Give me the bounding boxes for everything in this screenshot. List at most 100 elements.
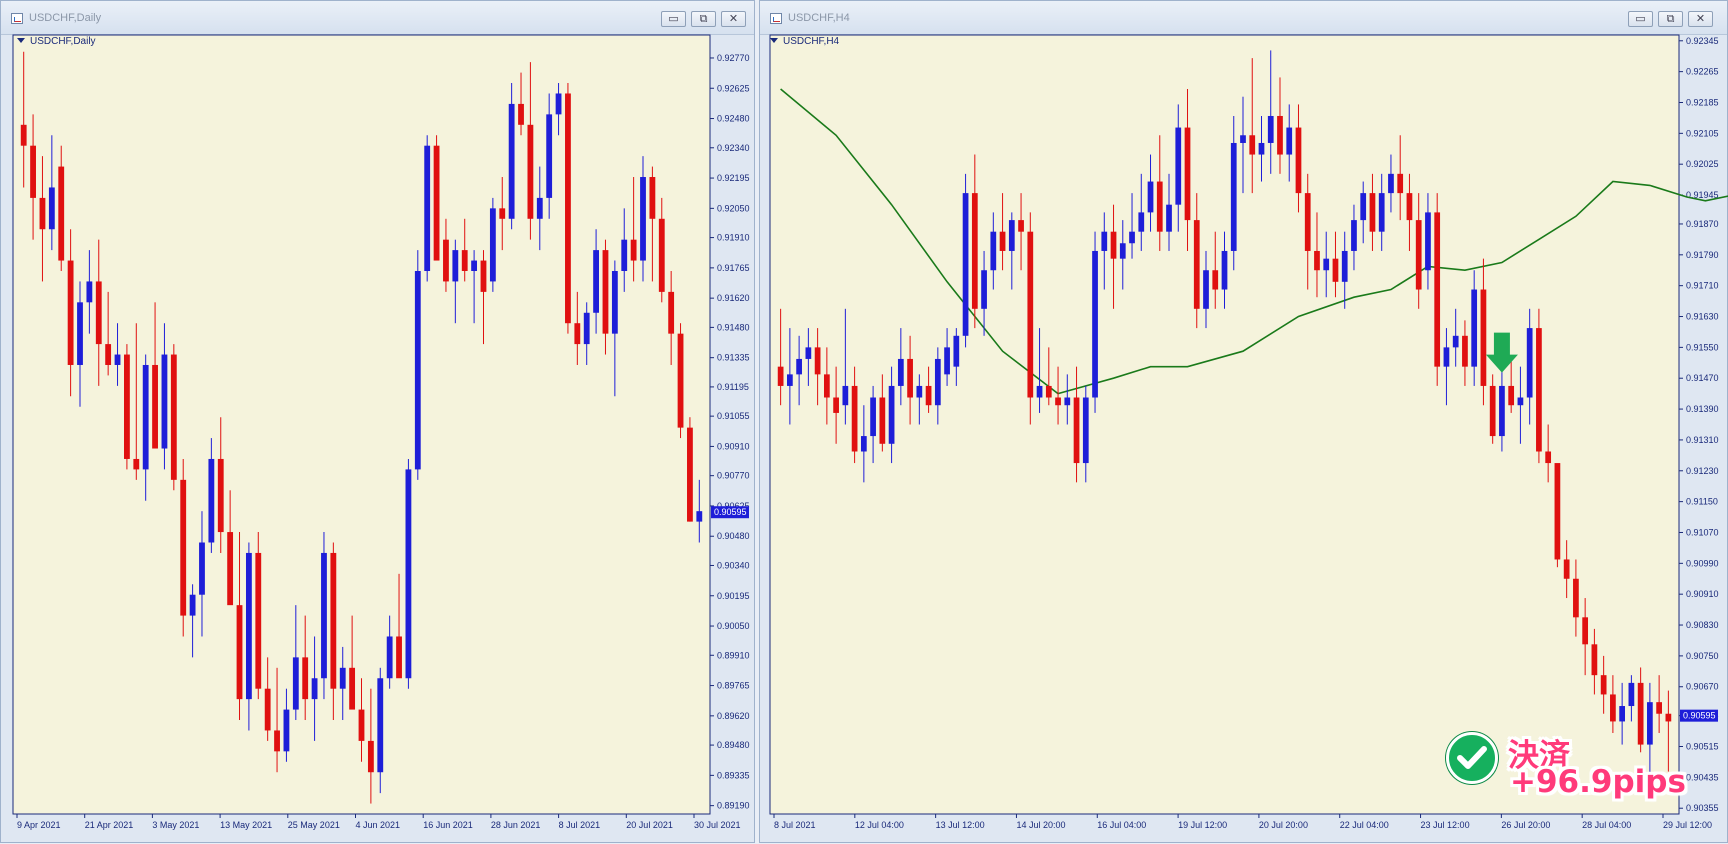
y-tick-label: 0.90830 (1686, 620, 1719, 630)
candle-body (1665, 713, 1672, 722)
x-tick-label: 8 Jul 2021 (559, 820, 601, 830)
y-tick-label: 0.92185 (1686, 97, 1719, 107)
chart-h4[interactable]: 0.923450.922650.921850.921050.920250.919… (760, 1, 1728, 844)
candle-body (1600, 675, 1607, 695)
y-tick-label: 0.89480 (717, 740, 750, 750)
candle-body (245, 552, 252, 700)
candle-body (805, 347, 812, 359)
candle-body (20, 124, 27, 146)
x-tick-label: 3 May 2021 (152, 820, 199, 830)
candle-body (1101, 231, 1108, 251)
candle-body (990, 231, 997, 271)
y-tick-label: 0.92340 (717, 143, 750, 153)
candle-body (1563, 559, 1570, 579)
candle-body (452, 250, 459, 282)
candle-body (77, 302, 83, 365)
y-tick-label: 0.92480 (717, 114, 750, 124)
candle-body (796, 358, 802, 375)
candle-body (907, 358, 913, 398)
candle-body (1082, 397, 1089, 464)
candle-body (1008, 220, 1015, 251)
candle-body (1471, 289, 1478, 367)
candle-body (1045, 385, 1052, 398)
candle-body (814, 347, 821, 375)
x-tick-label: 9 Apr 2021 (17, 820, 61, 830)
candle-body (696, 511, 703, 522)
candle-body (668, 291, 675, 334)
candle-body (611, 270, 618, 334)
y-tick-label: 0.89335 (717, 770, 750, 780)
x-tick-label: 28 Jun 2021 (491, 820, 541, 830)
chart-daily[interactable]: 0.92770 0.92625 0.92480 0.92340 0.92195 0.920… (1, 1, 756, 844)
candle-body (1156, 181, 1163, 232)
candle-body (161, 354, 168, 449)
y-tick-label: 0.92105 (1686, 128, 1719, 138)
candle-body (1526, 328, 1533, 398)
current-price-label: 0.90595 (1683, 711, 1716, 721)
window-daily[interactable]: USDCHF,Daily ▭ ⧉ ✕ 0.92770 0.92625 0.92480… (0, 0, 755, 843)
candle-body (1258, 142, 1265, 155)
candle-body (934, 358, 941, 406)
y-tick-label: 0.91790 (1686, 250, 1719, 260)
y-tick-label: 0.91070 (1686, 527, 1719, 537)
x-tick-label: 16 Jul 04:00 (1097, 820, 1146, 830)
y-tick-label: 0.90990 (1686, 558, 1719, 568)
candle-body (1610, 694, 1616, 722)
candle-body (833, 397, 839, 413)
candle-body (1193, 220, 1200, 309)
y-tick-label: 0.90670 (1686, 682, 1719, 692)
candle-body (1027, 231, 1034, 398)
y-tick-label: 0.92265 (1686, 67, 1719, 77)
candle-body (842, 385, 849, 406)
candle-body (574, 323, 581, 345)
candle-body (1462, 335, 1468, 367)
candle-body (95, 281, 102, 345)
y-tick-label: 0.90910 (1686, 589, 1719, 599)
candle-body (1267, 115, 1274, 143)
x-tick-label: 13 Jul 12:00 (936, 820, 985, 830)
candle-body (1360, 193, 1367, 221)
x-tick-label: 4 Jun 2021 (356, 820, 401, 830)
y-tick-label: 0.91470 (1686, 373, 1719, 383)
candle-body (630, 239, 637, 261)
candle-body (330, 552, 337, 689)
candle-body (1517, 397, 1524, 406)
candle-body (944, 347, 950, 375)
candle-body (1295, 127, 1302, 194)
candle-body (499, 208, 506, 219)
candle-body (1647, 702, 1653, 745)
candle-body (58, 166, 65, 261)
candle-body (236, 605, 243, 700)
window-h4[interactable]: USDCHF,H4 ▭ ⧉ ✕ 0.92345 0.92265 0.92185 0.9… (759, 0, 1728, 843)
candle-body (1332, 258, 1339, 282)
candle-body (1628, 682, 1635, 707)
candle-body (555, 93, 562, 115)
candle-body (1147, 181, 1154, 213)
candle-body (999, 231, 1006, 251)
y-tick-label: 0.92345 (1686, 36, 1719, 46)
y-tick-label: 0.90515 (1686, 742, 1719, 752)
y-tick-label: 0.90750 (1686, 651, 1719, 661)
y-tick-label: 0.90770 (717, 471, 750, 481)
candle-body (1554, 463, 1561, 560)
candle-body (443, 239, 449, 282)
y-tick-label: 0.91195 (717, 382, 749, 392)
y-tick-label: 0.91630 (1686, 312, 1719, 322)
candle-body (1184, 127, 1191, 221)
candle-body (953, 335, 960, 367)
candle-body (1073, 397, 1080, 464)
candle-body (649, 177, 656, 219)
candle-body (1129, 231, 1135, 244)
candle-body (1036, 385, 1043, 398)
candle-body (879, 397, 886, 444)
candle-body (1508, 385, 1515, 406)
y-tick-label: 0.91910 (717, 233, 750, 243)
candle-body (1499, 385, 1505, 437)
candle-body (1323, 258, 1330, 271)
candle-body (86, 281, 93, 303)
candle-body (227, 532, 234, 606)
candle-body (1480, 289, 1487, 386)
candle-body (170, 354, 177, 480)
candle-body (1536, 328, 1542, 452)
y-tick-label: 0.91765 (717, 263, 750, 273)
